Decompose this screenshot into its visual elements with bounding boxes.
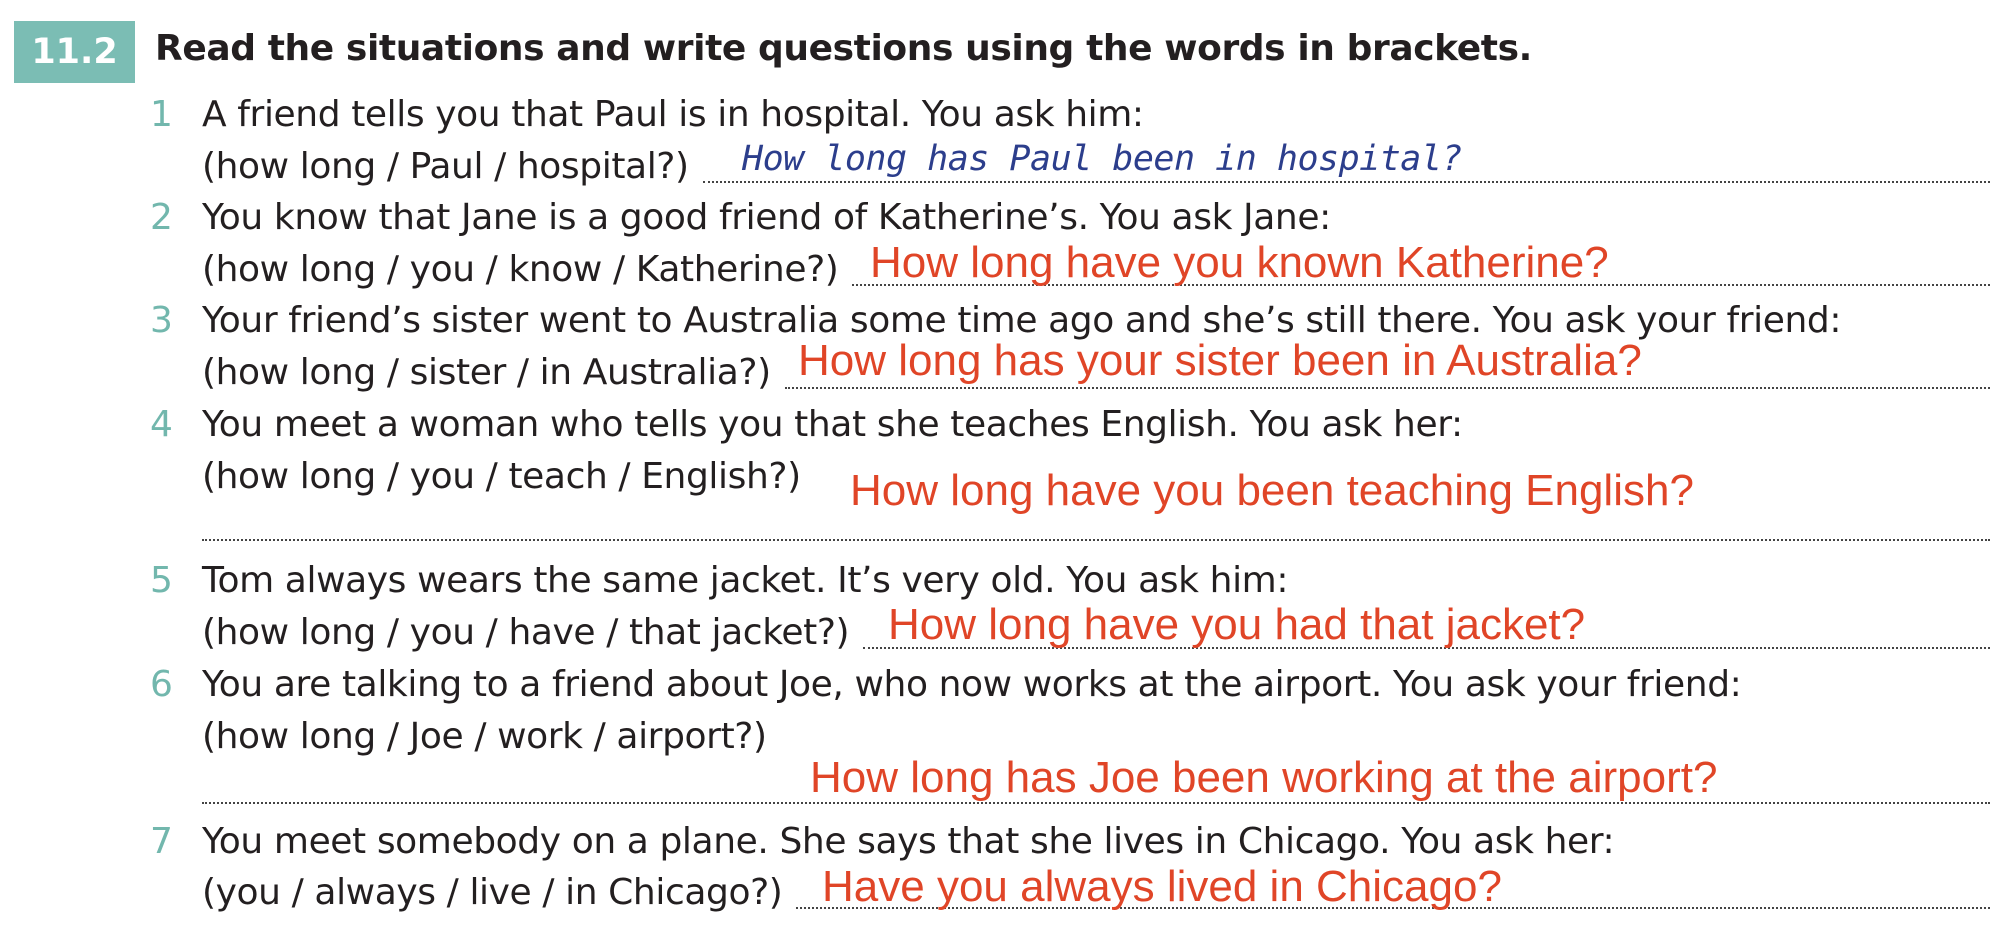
item-answer: How long has Joe been working at the air… xyxy=(810,753,1718,802)
item-prompt: (how long / Joe / work / airport?) xyxy=(202,716,767,757)
item-prompt: (how long / Paul / hospital?) xyxy=(202,146,689,187)
answer-line[interactable] xyxy=(784,386,1990,389)
answer-line[interactable] xyxy=(202,801,1990,804)
item-prompt: (how long / sister / in Australia?) xyxy=(202,352,771,393)
item-answer: How long have you been teaching English? xyxy=(850,466,1694,515)
item-answer: How long has Paul been in hospital? xyxy=(742,139,1463,179)
item-number: 6 xyxy=(150,664,173,705)
item-answer: Have you always lived in Chicago? xyxy=(822,862,1502,911)
item-situation: A friend tells you that Paul is in hospi… xyxy=(202,94,1144,135)
item-situation: You know that Jane is a good friend of K… xyxy=(202,197,1331,238)
exercise-instruction: Read the situations and write questions … xyxy=(155,28,1532,69)
item-number: 7 xyxy=(150,821,173,862)
item-number: 4 xyxy=(150,404,173,445)
item-situation: You meet a woman who tells you that she … xyxy=(202,404,1463,445)
item-situation: You meet somebody on a plane. She says t… xyxy=(202,821,1615,862)
item-number: 3 xyxy=(150,300,173,341)
item-prompt: (you / always / live / in Chicago?) xyxy=(202,872,783,913)
item-prompt: (how long / you / teach / English?) xyxy=(202,456,801,497)
item-prompt: (how long / you / have / that jacket?) xyxy=(202,612,850,653)
item-number: 2 xyxy=(150,197,173,238)
item-number: 5 xyxy=(150,560,173,601)
answer-line[interactable] xyxy=(202,538,1990,541)
item-answer: How long have you known Katherine? xyxy=(870,238,1609,287)
item-prompt: (how long / you / know / Katherine?) xyxy=(202,249,839,290)
item-situation: Tom always wears the same jacket. It’s v… xyxy=(202,560,1289,601)
item-answer: How long has your sister been in Austral… xyxy=(798,336,1642,385)
item-situation: You are talking to a friend about Joe, w… xyxy=(202,664,1742,705)
item-answer: How long have you had that jacket? xyxy=(888,600,1586,649)
exercise-number-badge: 11.2 xyxy=(14,21,135,83)
item-number: 1 xyxy=(150,94,173,135)
